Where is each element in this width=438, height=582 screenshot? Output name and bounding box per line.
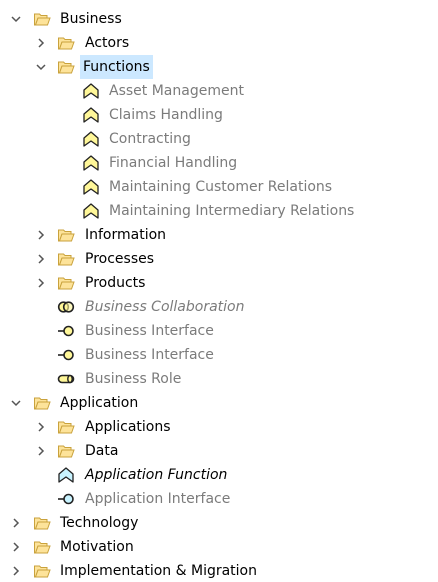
tree-node-label: Technology — [60, 515, 139, 531]
tree-leaf-label: Business Role — [85, 371, 182, 387]
folder-open-icon — [58, 61, 75, 74]
tree-node-implementation-migration[interactable]: Implementation & Migration — [0, 559, 438, 582]
chevron-right-icon[interactable] — [33, 227, 49, 243]
tree-leaf-function[interactable]: Contracting — [0, 127, 438, 151]
tree-node-label: Implementation & Migration — [60, 563, 257, 579]
tree-node-label: Application — [60, 395, 139, 411]
tree-leaf-function[interactable]: Maintaining Customer Relations — [0, 175, 438, 199]
chevron-right-icon[interactable] — [8, 515, 24, 531]
folder-open-icon — [58, 277, 75, 290]
tree-node-motivation[interactable]: Motivation — [0, 535, 438, 559]
business-function-icon — [83, 179, 99, 195]
chevron-right-icon[interactable] — [33, 35, 49, 51]
tree-node-actors[interactable]: Actors — [0, 31, 438, 55]
tree-node-label: Applications — [85, 419, 171, 435]
folder-open-icon — [34, 397, 51, 410]
tree-leaf-business-interface[interactable]: Business Interface — [0, 319, 438, 343]
business-collaboration-icon — [57, 301, 75, 313]
tree-node-applications[interactable]: Applications — [0, 415, 438, 439]
tree-node-label: Products — [85, 275, 146, 291]
business-function-icon — [83, 155, 99, 171]
business-function-icon — [83, 131, 99, 147]
tree-leaf-label: Claims Handling — [109, 107, 223, 123]
tree-leaf-business-collaboration[interactable]: Business Collaboration — [0, 295, 438, 319]
chevron-down-icon[interactable] — [8, 11, 24, 27]
tree-node-label: Actors — [85, 35, 130, 51]
tree-leaf-function[interactable]: Claims Handling — [0, 103, 438, 127]
tree-leaf-label: Financial Handling — [109, 155, 238, 171]
tree-leaf-label: Contracting — [109, 131, 191, 147]
tree-leaf-function[interactable]: Maintaining Intermediary Relations — [0, 199, 438, 223]
business-function-icon — [83, 107, 99, 123]
tree-node-label: Processes — [85, 251, 155, 267]
tree-leaf-business-interface[interactable]: Business Interface — [0, 343, 438, 367]
tree-leaf-application-interface[interactable]: Application Interface — [0, 487, 438, 511]
tree-leaf-label: Maintaining Customer Relations — [109, 179, 333, 195]
folder-open-icon — [34, 565, 51, 578]
tree-leaf-business-role[interactable]: Business Role — [0, 367, 438, 391]
chevron-right-icon[interactable] — [33, 419, 49, 435]
business-interface-icon — [58, 325, 74, 337]
folder-open-icon — [58, 229, 75, 242]
tree-node-label: Business — [60, 11, 122, 27]
tree-leaf-application-function[interactable]: Application Function — [0, 463, 438, 487]
tree-node-label: Functions — [80, 55, 153, 79]
tree-node-processes[interactable]: Processes — [0, 247, 438, 271]
tree-node-data[interactable]: Data — [0, 439, 438, 463]
application-function-icon — [58, 467, 74, 483]
chevron-right-icon[interactable] — [8, 563, 24, 579]
tree-node-information[interactable]: Information — [0, 223, 438, 247]
tree-leaf-label: Application Function — [85, 467, 228, 483]
chevron-down-icon[interactable] — [33, 59, 49, 75]
folder-open-icon — [58, 253, 75, 266]
folder-open-icon — [58, 421, 75, 434]
tree-leaf-label: Business Interface — [85, 347, 214, 363]
chevron-right-icon[interactable] — [8, 539, 24, 555]
tree-node-functions[interactable]: Functions — [0, 55, 438, 79]
tree-leaf-label: Business Collaboration — [85, 299, 245, 315]
tree-node-label: Information — [85, 227, 167, 243]
business-function-icon — [83, 83, 99, 99]
chevron-down-icon[interactable] — [8, 395, 24, 411]
business-role-icon — [57, 374, 75, 384]
tree-leaf-function[interactable]: Financial Handling — [0, 151, 438, 175]
business-interface-icon — [58, 349, 74, 361]
model-tree: Business Actors Functions Asset Manageme… — [0, 0, 438, 582]
chevron-right-icon[interactable] — [33, 275, 49, 291]
folder-open-icon — [34, 517, 51, 530]
folder-open-icon — [34, 541, 51, 554]
folder-open-icon — [34, 13, 51, 26]
tree-node-technology[interactable]: Technology — [0, 511, 438, 535]
chevron-right-icon[interactable] — [33, 251, 49, 267]
folder-open-icon — [58, 37, 75, 50]
chevron-right-icon[interactable] — [33, 443, 49, 459]
tree-leaf-label: Business Interface — [85, 323, 214, 339]
business-function-icon — [83, 203, 99, 219]
application-interface-icon — [58, 493, 74, 505]
tree-leaf-label: Maintaining Intermediary Relations — [109, 203, 355, 219]
folder-open-icon — [58, 445, 75, 458]
tree-node-business[interactable]: Business — [0, 7, 438, 31]
tree-leaf-label: Application Interface — [85, 491, 231, 507]
tree-node-label: Motivation — [60, 539, 134, 555]
tree-node-application[interactable]: Application — [0, 391, 438, 415]
tree-node-label: Data — [85, 443, 119, 459]
tree-leaf-function[interactable]: Asset Management — [0, 79, 438, 103]
tree-leaf-label: Asset Management — [109, 83, 244, 99]
tree-node-products[interactable]: Products — [0, 271, 438, 295]
